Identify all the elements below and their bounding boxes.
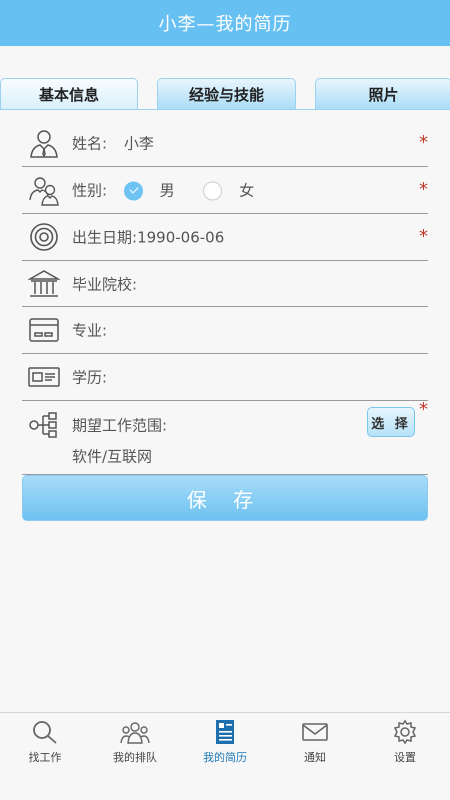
gender-female-label[interactable]: 女 (239, 182, 254, 200)
major-field[interactable]: 专业: (72, 320, 107, 341)
people-icon (120, 722, 150, 744)
education-row[interactable]: 学历: (22, 354, 428, 401)
tab-bar: 基本信息 经验与技能 照片 (0, 78, 450, 110)
title-bar: 小李—我的简历 (0, 0, 450, 46)
nav-label: 我的排队 (113, 751, 157, 764)
school-field[interactable]: 毕业院校: (72, 273, 137, 294)
target-icon (30, 223, 58, 251)
gender-male-radio[interactable] (123, 181, 143, 201)
name-field[interactable]: 姓名: 小李 (72, 133, 154, 154)
tab-photo[interactable]: 照片 (315, 78, 450, 110)
nav-label: 我的简历 (203, 751, 247, 764)
person-icon (30, 130, 58, 158)
save-button[interactable]: 保 存 (22, 475, 428, 521)
education-field[interactable]: 学历: (72, 367, 107, 388)
search-icon (33, 721, 57, 744)
nav-my-resume[interactable]: 我的简历 (180, 719, 270, 773)
required-mark: * (419, 132, 428, 153)
nav-my-queue[interactable]: 我的排队 (90, 719, 180, 773)
resume-icon (216, 720, 234, 744)
birthdate-row[interactable]: 出生日期:1990-06-06 * (22, 214, 428, 261)
gender-male-label[interactable]: 男 (160, 182, 175, 200)
card-icon (29, 318, 59, 342)
select-scope-button[interactable]: 选 择 (367, 407, 415, 437)
school-label: 毕业院校: (72, 275, 138, 293)
tab-experience-skills[interactable]: 经验与技能 (157, 78, 296, 110)
nav-label: 通知 (304, 751, 326, 764)
gender-label: 性别: (72, 181, 108, 200)
birthdate-field[interactable]: 出生日期:1990-06-06 (72, 227, 224, 248)
required-mark: * (419, 226, 428, 247)
required-mark: * (419, 179, 428, 200)
tab-basic-info[interactable]: 基本信息 (0, 78, 138, 110)
birthdate-value[interactable]: 1990-06-06 (137, 229, 224, 247)
school-building-icon (28, 269, 60, 297)
nav-label: 设置 (394, 751, 416, 764)
major-row[interactable]: 专业: (22, 307, 428, 354)
gear-icon (393, 719, 417, 745)
nav-settings[interactable]: 设置 (360, 719, 450, 773)
name-value[interactable]: 小李 (124, 135, 154, 153)
education-label: 学历: (72, 368, 108, 387)
mail-icon (302, 723, 328, 741)
required-mark: * (419, 399, 428, 420)
nav-find-job[interactable]: 找工作 (0, 719, 90, 773)
users-icon (29, 177, 59, 206)
hierarchy-icon (29, 412, 57, 438)
desired-scope-row: 期望工作范围: 软件/互联网 选 择 * (22, 399, 428, 475)
nav-label: 找工作 (28, 751, 62, 764)
gender-row: 性别: 男 女 * (22, 167, 428, 214)
desired-scope-value: 软件/互联网 (72, 447, 153, 466)
birthdate-label: 出生日期: (72, 228, 138, 247)
nav-notifications[interactable]: 通知 (270, 719, 360, 773)
school-row[interactable]: 毕业院校: (22, 261, 428, 307)
tab-divider (0, 109, 450, 110)
desired-scope-label: 期望工作范围: (72, 416, 168, 435)
name-row[interactable]: 姓名: 小李 * (22, 120, 428, 167)
gender-female-radio[interactable] (203, 181, 223, 201)
major-label: 专业: (72, 321, 108, 340)
name-label: 姓名: (72, 134, 108, 153)
id-card-icon (28, 367, 60, 387)
page-title: 小李—我的简历 (158, 14, 292, 35)
bottom-nav: 找工作 我的排队 我的简历 通知 设置 (0, 712, 450, 800)
